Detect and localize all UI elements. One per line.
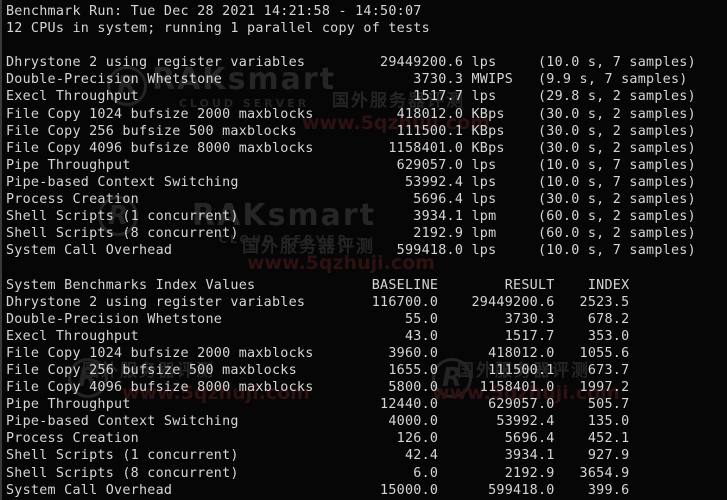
- benchmark-results-block: Dhrystone 2 using register variables 294…: [6, 54, 727, 259]
- index-table-row: File Copy 4096 bufsize 8000 maxblocks 58…: [6, 380, 630, 396]
- index-table-header: System Benchmarks Index Values BASELINE …: [6, 277, 630, 293]
- terminal-window[interactable]: R RAKsmart CLOUD SERVER R RAKsmart CLOUD S…: [0, 0, 727, 500]
- index-table-row: Shell Scripts (8 concurrent) 6.0 2192.9 …: [6, 465, 630, 481]
- benchmark-result-row: Execl Throughput 1517.7 lps (29.8 s, 2 s…: [6, 89, 696, 105]
- terminal-output: Benchmark Run: Tue Dec 28 2021 14:21:58 …: [2, 0, 727, 500]
- index-table-row: File Copy 256 bufsize 500 maxblocks 1655…: [6, 362, 630, 378]
- index-table-rows: Dhrystone 2 using register variables 116…: [6, 294, 727, 499]
- index-table-row: Double-Precision Whetstone 55.0 3730.3 6…: [6, 311, 630, 327]
- benchmark-result-row: System Call Overhead 599418.0 lps (10.0 …: [6, 243, 696, 259]
- index-table-row: Process Creation 126.0 5696.4 452.1: [6, 431, 630, 447]
- benchmark-result-row: Pipe Throughput 629057.0 lps (10.0 s, 7 …: [6, 157, 696, 173]
- benchmark-run-line: Benchmark Run: Tue Dec 28 2021 14:21:58 …: [6, 4, 422, 19]
- benchmark-result-row: Shell Scripts (8 concurrent) 2192.9 lpm …: [6, 226, 696, 242]
- index-table-row: System Call Overhead 15000.0 599418.0 39…: [6, 482, 630, 498]
- index-table-row: Dhrystone 2 using register variables 116…: [6, 294, 630, 310]
- index-table-row: Pipe Throughput 12440.0 629057.0 505.7: [6, 397, 630, 413]
- index-table-row: File Copy 1024 bufsize 2000 maxblocks 39…: [6, 345, 630, 361]
- benchmark-result-row: Shell Scripts (1 concurrent) 3934.1 lpm …: [6, 209, 696, 225]
- cpu-info-line: 12 CPUs in system; running 1 parallel co…: [6, 21, 430, 37]
- benchmark-result-row: Double-Precision Whetstone 3730.3 MWIPS …: [6, 72, 688, 88]
- benchmark-result-row: Process Creation 5696.4 lps (30.0 s, 2 s…: [6, 192, 696, 208]
- benchmark-result-row: File Copy 4096 bufsize 8000 maxblocks 11…: [6, 140, 696, 156]
- spacer-line-2: [6, 259, 727, 276]
- benchmark-result-row: Dhrystone 2 using register variables 294…: [6, 55, 696, 71]
- benchmark-result-row: File Copy 1024 bufsize 2000 maxblocks 41…: [6, 106, 696, 122]
- index-table-row: Shell Scripts (1 concurrent) 42.4 3934.1…: [6, 448, 630, 464]
- index-table-row: Execl Throughput 43.0 1517.7 353.0: [6, 328, 630, 344]
- benchmark-result-row: Pipe-based Context Switching 53992.4 lps…: [6, 174, 696, 190]
- benchmark-result-row: File Copy 256 bufsize 500 maxblocks 1115…: [6, 123, 696, 139]
- spacer-line-1: [6, 37, 727, 54]
- index-table-row: Pipe-based Context Switching 4000.0 5399…: [6, 414, 630, 430]
